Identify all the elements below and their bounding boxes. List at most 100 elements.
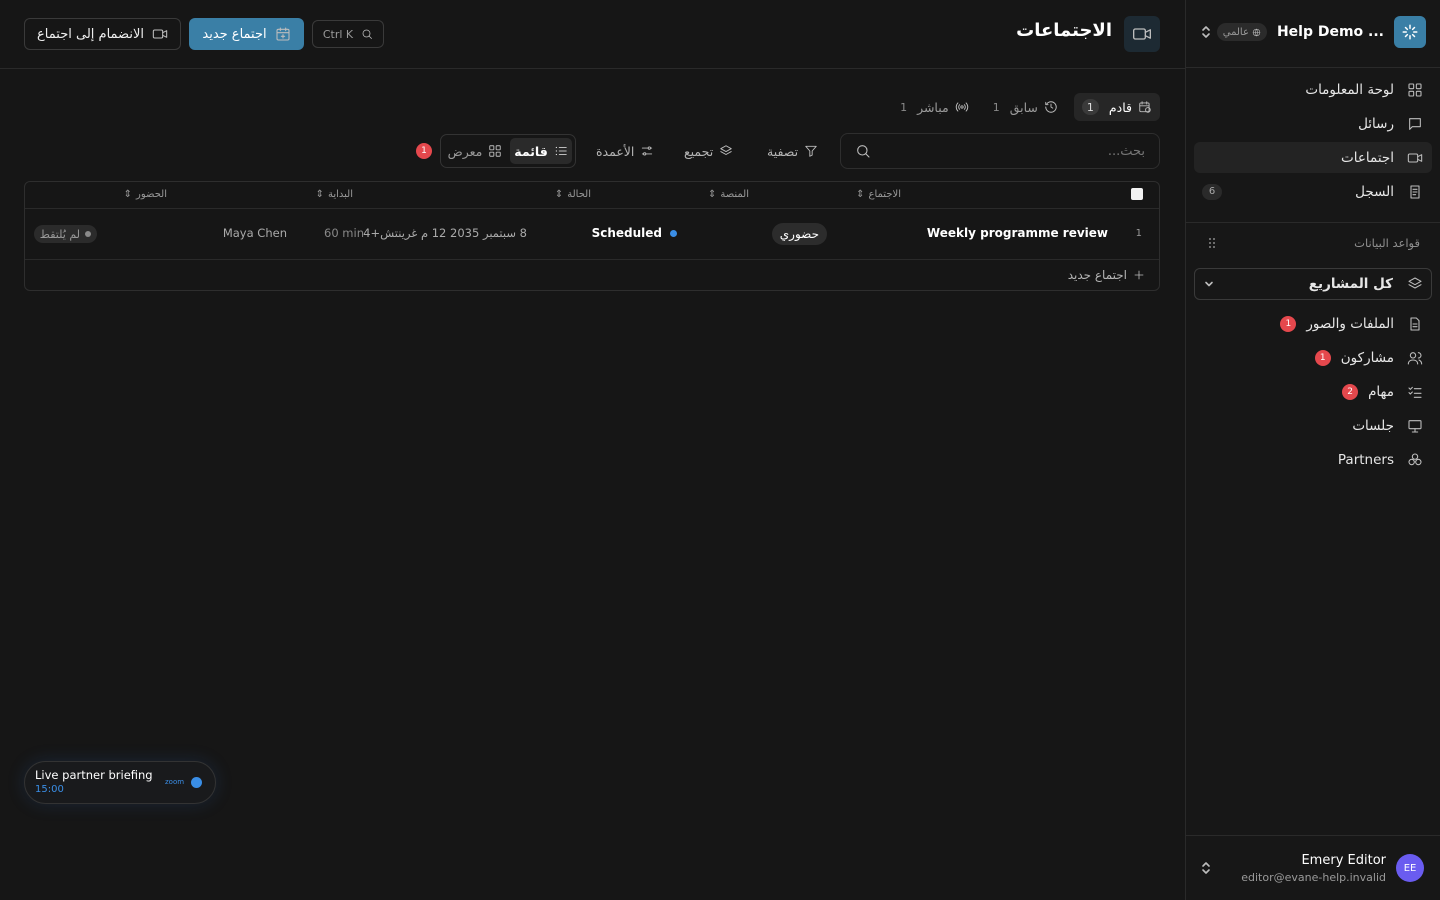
column-header-label: البداية [327, 189, 353, 200]
sidebar-item-label: الملفات والصور [1306, 315, 1394, 332]
log-icon [1406, 183, 1424, 201]
columns-button[interactable]: الأعمدة [596, 142, 654, 160]
view-toggle: قائمة معرض [440, 134, 576, 168]
table-row[interactable]: 1 Weekly programme review حضوري Schedule… [25, 209, 1159, 260]
add-meeting-row-button[interactable]: اجتماع جديد [1068, 268, 1145, 282]
calendar-clock-icon [1138, 100, 1152, 114]
column-header-status[interactable]: الحالة ⇕ [555, 189, 591, 200]
group-button[interactable]: تجميع [684, 142, 733, 160]
sidebar-item-participants[interactable]: مشاركون 1 [1194, 342, 1432, 373]
files-badge: 1 [1280, 315, 1297, 332]
drag-handle-icon[interactable] [1208, 237, 1216, 249]
group-label: تجميع [684, 143, 714, 159]
search-input[interactable] [871, 143, 1145, 159]
user-menu[interactable]: EE Emery Editor editor@evane-help.invali… [1186, 835, 1440, 900]
sidebar-item-meetings[interactable]: اجتماعات [1194, 142, 1432, 173]
sidebar-item-log[interactable]: السجل 6 [1194, 176, 1432, 207]
video-icon [152, 26, 168, 42]
command-shortcut: Ctrl K [322, 27, 354, 41]
live-meeting-card[interactable]: Live partner briefing 15:00 zoom [24, 761, 216, 804]
status-dot [670, 229, 677, 237]
database-nav: الملفات والصور 1 مشاركون 1 مهام 2 جلسات … [1194, 308, 1432, 478]
video-icon [1406, 149, 1424, 167]
sidebar-item-sessions[interactable]: جلسات [1194, 410, 1432, 441]
workspace-scope-label: عالمي [1222, 26, 1249, 38]
columns-label: الأعمدة [596, 143, 635, 159]
column-header-label: الحضور [136, 189, 167, 200]
sidebar-item-label: مهام [1368, 383, 1394, 400]
add-meeting-label: اجتماع جديد [1067, 268, 1127, 282]
tasks-badge: 2 [1342, 383, 1359, 400]
tab-upcoming[interactable]: قادم 1 [1073, 93, 1160, 121]
row-index: 1 [1135, 228, 1142, 239]
log-count-badge: 6 [1202, 183, 1222, 200]
tab-label: مباشر [917, 99, 949, 115]
calendar-plus-icon [275, 26, 291, 42]
sort-icon: ⇕ [707, 189, 717, 200]
page-header: الاجتماعات Ctrl K اجتماع جديد الانضمام إ… [0, 0, 1185, 69]
join-meeting-button[interactable]: الانضمام إلى اجتماع [24, 18, 181, 50]
tab-label: سابق [1009, 99, 1038, 115]
start-date: 8 سبتمبر 2035 12 م غرينتش+4 [363, 226, 527, 240]
user-name: Emery Editor [1301, 852, 1386, 868]
project-select[interactable]: كل المشاريع [1194, 268, 1432, 300]
sidebar-item-label: Partners [1337, 451, 1394, 468]
tasks-icon [1406, 383, 1424, 401]
filter-button[interactable]: تصفية [767, 142, 818, 160]
sort-icon: ⇕ [123, 189, 133, 200]
user-info: Emery Editor editor@evane-help.invalid [1241, 853, 1386, 884]
sort-icon: ⇕ [856, 189, 865, 200]
sidebar-item-messages[interactable]: رسائل [1194, 108, 1432, 139]
page-title: الاجتماعات [1016, 20, 1112, 41]
project-select-value: كل المشاريع [1308, 276, 1393, 292]
partners-icon [1406, 451, 1424, 469]
search-box[interactable] [840, 133, 1160, 169]
meeting-name[interactable]: Weekly programme review [927, 226, 1108, 240]
table-header: الاجتماع ⇕ المنصة ⇕ الحالة ⇕ البداية ⇕ الحضو… [25, 182, 1159, 209]
sidebar-item-files[interactable]: الملفات والصور 1 [1194, 308, 1432, 339]
attendance-dot [85, 231, 91, 237]
sidebar-item-tasks[interactable]: مهام 2 [1194, 376, 1432, 407]
meeting-tabs: قادم 1 سابق 1 مباشر 1 [892, 93, 1160, 121]
file-icon [1406, 315, 1424, 333]
search-icon [855, 143, 871, 159]
sidebar-item-dashboard[interactable]: لوحة المعلومات [1194, 74, 1432, 105]
sidebar-item-label: جلسات [1352, 417, 1394, 434]
sidebar: Help Demo ... عالمي لوحة المعلومات رسائل… [1185, 0, 1440, 900]
meetings-table: الاجتماع ⇕ المنصة ⇕ الحالة ⇕ البداية ⇕ الحضو… [24, 181, 1160, 291]
new-meeting-button[interactable]: اجتماع جديد [189, 18, 304, 50]
chevron-updown-icon[interactable] [1200, 24, 1212, 40]
attendance-text: لم يُلتقط [39, 227, 80, 241]
layers-icon [719, 144, 733, 158]
view-gallery-button[interactable]: معرض [444, 138, 506, 164]
column-header-start[interactable]: البداية ⇕ [316, 189, 353, 200]
column-header-attendance[interactable]: الحضور ⇕ [124, 189, 167, 200]
sort-icon: ⇕ [315, 189, 324, 200]
platform-pill: حضوري [771, 223, 827, 245]
users-icon [1406, 349, 1424, 367]
status-badge: Scheduled [592, 226, 677, 240]
tab-past[interactable]: سابق 1 [985, 93, 1066, 121]
dashboard-icon [1406, 81, 1424, 99]
plus-icon [1133, 269, 1145, 281]
workspace-scope-badge: عالمي [1216, 23, 1267, 41]
tab-label: قادم [1108, 99, 1132, 115]
command-palette-button[interactable]: Ctrl K [312, 20, 384, 48]
user-email: editor@evane-help.invalid [1241, 870, 1386, 884]
tab-count: 1 [992, 100, 1000, 114]
live-indicator [191, 777, 202, 788]
view-list-button[interactable]: قائمة [510, 138, 572, 164]
sort-icon: ⇕ [554, 189, 564, 200]
chevron-updown-icon [1200, 860, 1212, 876]
broadcast-icon [955, 100, 969, 114]
workspace-switcher[interactable]: Help Demo ... عالمي [1200, 14, 1426, 50]
organizer-name: Maya Chen [222, 226, 287, 240]
sidebar-item-partners[interactable]: Partners [1194, 444, 1432, 475]
select-all-checkbox[interactable] [1131, 188, 1143, 200]
tab-count: 1 [900, 100, 908, 114]
section-label-text: قواعد البيانات [1354, 236, 1420, 250]
attendance-badge: لم يُلتقط [33, 225, 97, 243]
column-header-meeting[interactable]: الاجتماع ⇕ [856, 189, 901, 200]
column-header-platform[interactable]: المنصة ⇕ [708, 189, 749, 200]
tab-live[interactable]: مباشر 1 [892, 93, 977, 121]
